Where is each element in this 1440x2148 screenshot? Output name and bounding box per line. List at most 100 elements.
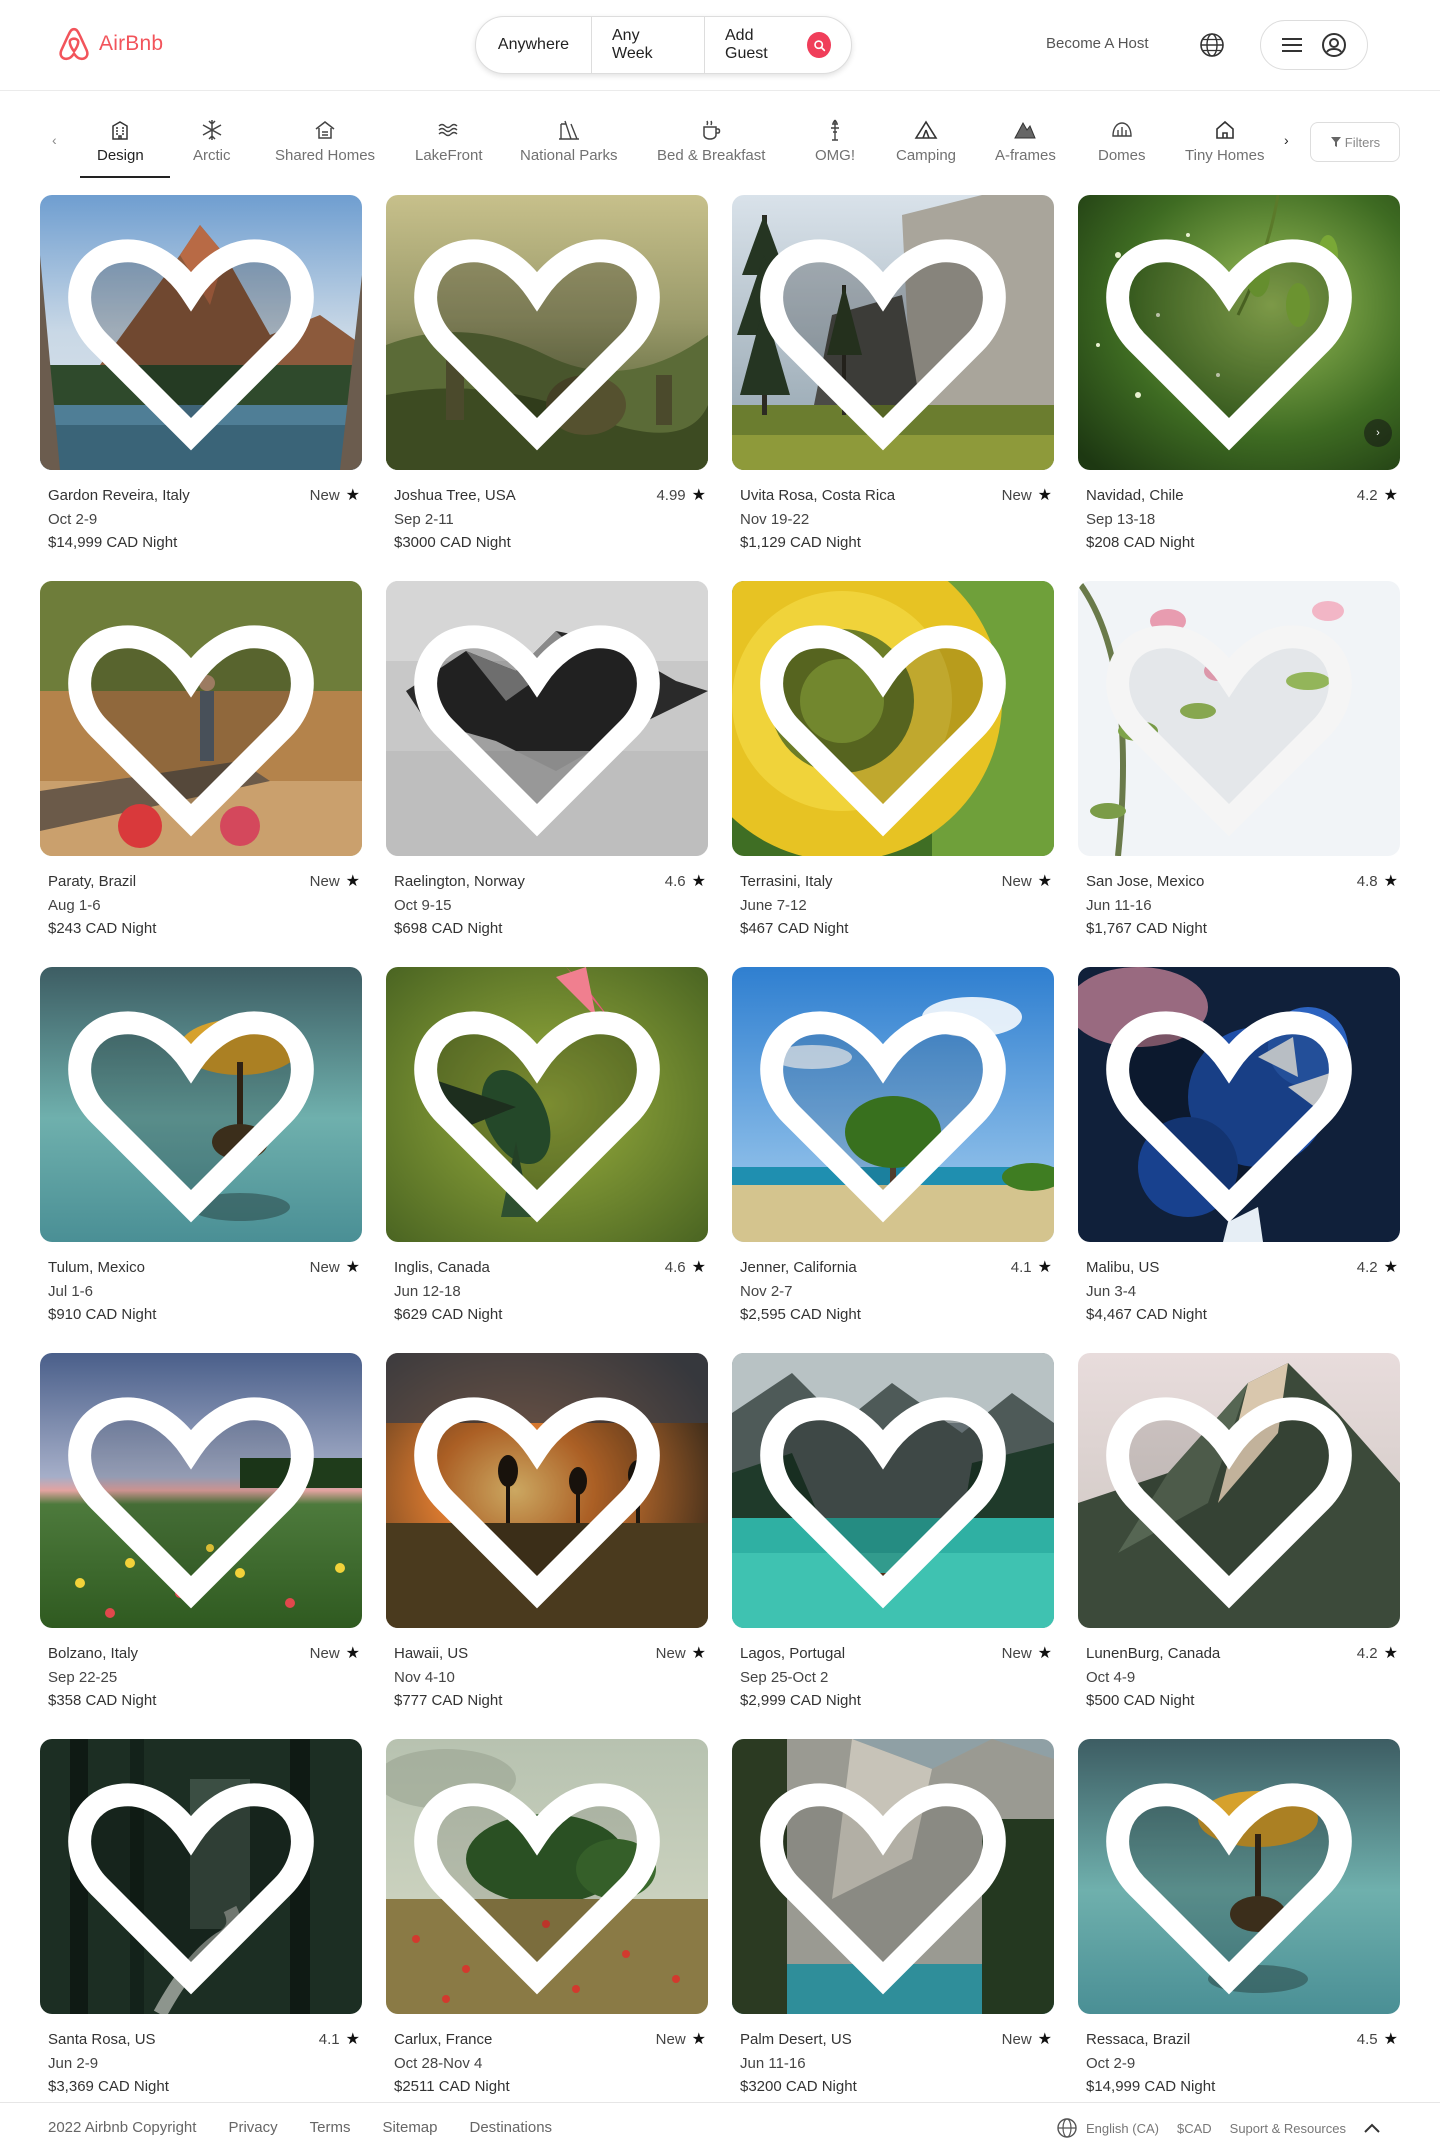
listing-photo[interactable] <box>40 581 362 856</box>
category-arctic[interactable]: Arctic <box>193 118 231 164</box>
wishlist-heart-icon[interactable] <box>1078 977 1390 1242</box>
listing-photo[interactable] <box>1078 581 1400 856</box>
category-omg[interactable]: OMG! <box>815 118 855 164</box>
wishlist-heart-icon[interactable] <box>386 205 698 470</box>
category-shared-homes[interactable]: Shared Homes <box>275 118 375 164</box>
listing-rating: New ★ <box>310 1257 360 1277</box>
category-tiny-homes[interactable]: Tiny Homes <box>1185 118 1264 164</box>
search-any-week[interactable]: Any Week <box>591 17 705 73</box>
listing-photo[interactable]: › <box>1078 195 1400 470</box>
become-host-link[interactable]: Become A Host <box>1046 35 1149 52</box>
footer-link-terms[interactable]: Terms <box>310 2119 351 2136</box>
listing-card[interactable]: Lagos, Portugal New ★ Sep 25-Oct 2 $2,999… <box>732 1353 1054 1713</box>
listing-dates: Jun 11-16 <box>1086 897 1152 914</box>
listing-card[interactable]: Carlux, France New ★ Oct 28-Nov 4 $2511 C… <box>386 1739 708 2099</box>
wishlist-heart-icon[interactable] <box>386 591 698 856</box>
category-national-parks[interactable]: National Parks <box>520 118 618 164</box>
search-button[interactable] <box>807 32 831 58</box>
wishlist-heart-icon[interactable] <box>1078 205 1390 470</box>
listing-card[interactable]: Joshua Tree, USA 4.99 ★ Sep 2-11 $3000 CA… <box>386 195 708 555</box>
listing-card[interactable]: Tulum, Mexico New ★ Jul 1-6 $910 CAD Nigh… <box>40 967 362 1327</box>
listing-photo[interactable] <box>1078 1739 1400 2014</box>
listing-card[interactable]: Hawaii, US New ★ Nov 4-10 $777 CAD Night <box>386 1353 708 1713</box>
listing-photo[interactable] <box>732 967 1054 1242</box>
listing-photo[interactable] <box>732 1353 1054 1628</box>
wishlist-heart-icon[interactable] <box>386 977 698 1242</box>
listing-card[interactable]: Palm Desert, US New ★ Jun 11-16 $3200 CAD… <box>732 1739 1054 2099</box>
category-next-arrow-icon[interactable]: › <box>1284 132 1289 148</box>
category-lakefront[interactable]: LakeFront <box>415 118 483 164</box>
listing-card[interactable]: › Navidad, Chile 4.2 ★ Sep 13-18 $208 CAD… <box>1078 195 1400 555</box>
listing-photo[interactable] <box>40 1739 362 2014</box>
listing-card[interactable]: Paraty, Brazil New ★ Aug 1-6 $243 CAD Nig… <box>40 581 362 941</box>
wishlist-heart-icon[interactable] <box>732 1363 1044 1628</box>
listing-card[interactable]: Uvita Rosa, Costa Rica New ★ Nov 19-22 $1… <box>732 195 1054 555</box>
listing-card[interactable]: Inglis, Canada 4.6 ★ Jun 12-18 $629 CAD N… <box>386 967 708 1327</box>
filters-button[interactable]: Filters <box>1310 122 1400 162</box>
chevron-up-icon[interactable] <box>1364 2123 1380 2133</box>
search-bar[interactable]: Anywhere Any Week Add Guest <box>475 16 852 74</box>
listing-photo[interactable] <box>732 195 1054 470</box>
wishlist-heart-icon[interactable] <box>40 591 352 856</box>
wishlist-heart-icon[interactable] <box>1078 1363 1390 1628</box>
wishlist-heart-icon[interactable] <box>40 1749 352 2014</box>
listing-card[interactable]: Malibu, US 4.2 ★ Jun 3-4 $4,467 CAD Night <box>1078 967 1400 1327</box>
wishlist-heart-icon[interactable] <box>386 1363 698 1628</box>
listing-card[interactable]: Santa Rosa, US 4.1 ★ Jun 2-9 $3,369 CAD N… <box>40 1739 362 2099</box>
airbnb-logo[interactable]: AirBnb <box>57 26 163 62</box>
listing-photo[interactable] <box>40 1353 362 1628</box>
wishlist-heart-icon[interactable] <box>1078 591 1390 856</box>
listing-card[interactable]: Terrasini, Italy New ★ June 7-12 $467 CAD… <box>732 581 1054 941</box>
listing-card[interactable]: Jenner, California 4.1 ★ Nov 2-7 $2,595 C… <box>732 967 1054 1327</box>
listing-photo[interactable] <box>386 195 708 470</box>
listing-card[interactable]: Ressaca, Brazil 4.5 ★ Oct 2-9 $14,999 CAD… <box>1078 1739 1400 2099</box>
listing-photo[interactable] <box>732 1739 1054 2014</box>
listing-location: Santa Rosa, US <box>48 2031 156 2048</box>
listing-card[interactable]: Raelington, Norway 4.6 ★ Oct 9-15 $698 CA… <box>386 581 708 941</box>
category-a-frames[interactable]: A-frames <box>995 118 1056 164</box>
wishlist-heart-icon[interactable] <box>732 977 1044 1242</box>
listing-photo[interactable] <box>1078 967 1400 1242</box>
globe-icon[interactable] <box>1199 32 1225 58</box>
listing-price: $910 CAD Night <box>48 1306 157 1323</box>
category-prev-arrow-icon[interactable]: ‹ <box>52 132 57 148</box>
category-domes[interactable]: Domes <box>1098 118 1146 164</box>
wishlist-heart-icon[interactable] <box>732 591 1044 856</box>
search-anywhere[interactable]: Anywhere <box>476 17 591 73</box>
support-resources-link[interactable]: Suport & Resources <box>1230 2121 1346 2136</box>
listing-photo[interactable] <box>1078 1353 1400 1628</box>
listing-photo[interactable] <box>386 1739 708 2014</box>
listing-card[interactable]: LunenBurg, Canada 4.2 ★ Oct 4-9 $500 CAD … <box>1078 1353 1400 1713</box>
wishlist-heart-icon[interactable] <box>732 1749 1044 2014</box>
listing-photo[interactable] <box>386 967 708 1242</box>
wishlist-heart-icon[interactable] <box>40 1363 352 1628</box>
photo-next-button[interactable]: › <box>1364 419 1392 447</box>
listing-photo[interactable] <box>732 581 1054 856</box>
user-menu-button[interactable] <box>1260 20 1368 70</box>
listing-rating: New ★ <box>1002 1643 1052 1663</box>
search-add-guest[interactable]: Add Guest <box>705 17 851 73</box>
category-camping[interactable]: Camping <box>896 118 956 164</box>
wishlist-heart-icon[interactable] <box>732 205 1044 470</box>
category-bed-breakfast[interactable]: Bed & Breakfast <box>657 118 765 164</box>
wishlist-heart-icon[interactable] <box>386 1749 698 2014</box>
listing-photo[interactable] <box>40 967 362 1242</box>
wishlist-heart-icon[interactable] <box>40 977 352 1242</box>
listing-card[interactable]: Gardon Reveira, Italy New ★ Oct 2-9 $14,9… <box>40 195 362 555</box>
listing-photo[interactable] <box>386 581 708 856</box>
wishlist-heart-icon[interactable] <box>1078 1749 1390 2014</box>
listing-photo[interactable] <box>40 195 362 470</box>
wishlist-heart-icon[interactable] <box>40 205 352 470</box>
footer-link-destinations[interactable]: Destinations <box>470 2119 553 2136</box>
currency-selector[interactable]: $CAD <box>1177 2121 1212 2136</box>
rating-value: New <box>309 1644 340 1662</box>
footer-link-privacy[interactable]: Privacy <box>228 2119 277 2136</box>
listing-card[interactable]: Bolzano, Italy New ★ Sep 22-25 $358 CAD N… <box>40 1353 362 1713</box>
listing-card[interactable]: San Jose, Mexico 4.8 ★ Jun 11-16 $1,767 C… <box>1078 581 1400 941</box>
language-label: English (CA) <box>1086 2120 1159 2136</box>
category-design[interactable]: Design <box>97 118 144 164</box>
language-selector[interactable]: English (CA) <box>1056 2117 1159 2139</box>
footer-link-sitemap[interactable]: Sitemap <box>382 2119 437 2136</box>
star-icon: ★ <box>1037 1645 1052 1662</box>
listing-photo[interactable] <box>386 1353 708 1628</box>
